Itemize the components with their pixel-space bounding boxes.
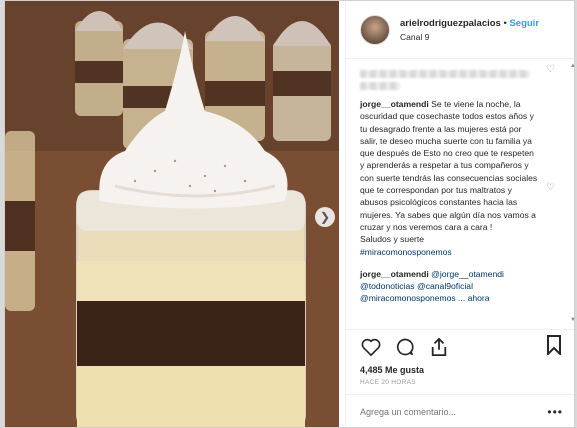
comment-text: Se te viene la noche, la oscuridad que c… bbox=[360, 99, 538, 232]
comment-input[interactable] bbox=[360, 407, 530, 417]
comment-username[interactable]: jorge__otamendi bbox=[360, 99, 429, 109]
add-comment-bar: ••• bbox=[346, 394, 574, 427]
heart-icon[interactable] bbox=[360, 336, 382, 358]
separator-dot: • bbox=[503, 17, 507, 29]
comment-item: jorge__otamendi Se te viene la noche, la… bbox=[360, 98, 540, 258]
bookmark-icon[interactable] bbox=[546, 335, 562, 360]
scroll-down-icon[interactable]: ▼ bbox=[570, 317, 574, 323]
location-link[interactable]: Canal 9 bbox=[400, 32, 539, 42]
post-photo[interactable]: ❯ bbox=[5, 1, 339, 427]
username-link[interactable]: arielrodriguezpalacios bbox=[400, 18, 501, 29]
comment-like-heart-icon[interactable]: ♡ bbox=[546, 65, 556, 75]
share-icon[interactable] bbox=[428, 336, 450, 358]
comments-scrollbar[interactable]: ▲ ▼ bbox=[570, 63, 574, 323]
scroll-up-icon[interactable]: ▲ bbox=[570, 63, 574, 69]
avatar[interactable] bbox=[360, 14, 390, 45]
post-timestamp: HACE 20 HORAS bbox=[360, 379, 416, 386]
instagram-post-window: ❯ arielrodriguezpalacios • Seguir Canal … bbox=[4, 0, 575, 428]
comment-item: jorge__otamendi @jorge__otamendi @todono… bbox=[360, 268, 540, 305]
blurred-comment bbox=[360, 70, 530, 78]
comment-username[interactable]: jorge__otamendi bbox=[360, 269, 429, 279]
comment-closing: Saludos y suerte bbox=[360, 234, 425, 245]
chevron-right-icon[interactable]: ❯ bbox=[315, 207, 335, 227]
blurred-comment bbox=[360, 82, 400, 90]
follow-button[interactable]: Seguir bbox=[509, 18, 539, 29]
comment-like-heart-icon[interactable]: ♡ bbox=[546, 183, 556, 193]
action-bar bbox=[346, 329, 574, 363]
comment-icon[interactable] bbox=[394, 336, 416, 358]
comments-list: jorge__otamendi Se te viene la noche, la… bbox=[346, 59, 574, 329]
likes-count[interactable]: 4,485 Me gusta bbox=[360, 365, 424, 375]
more-options-icon[interactable]: ••• bbox=[547, 405, 563, 419]
post-header: arielrodriguezpalacios • Seguir Canal 9 bbox=[346, 1, 574, 59]
comment-hashtag[interactable]: #miracomonosponemos bbox=[360, 246, 540, 258]
post-side-panel: arielrodriguezpalacios • Seguir Canal 9 … bbox=[345, 1, 574, 427]
dessert-jars-image bbox=[5, 1, 339, 427]
